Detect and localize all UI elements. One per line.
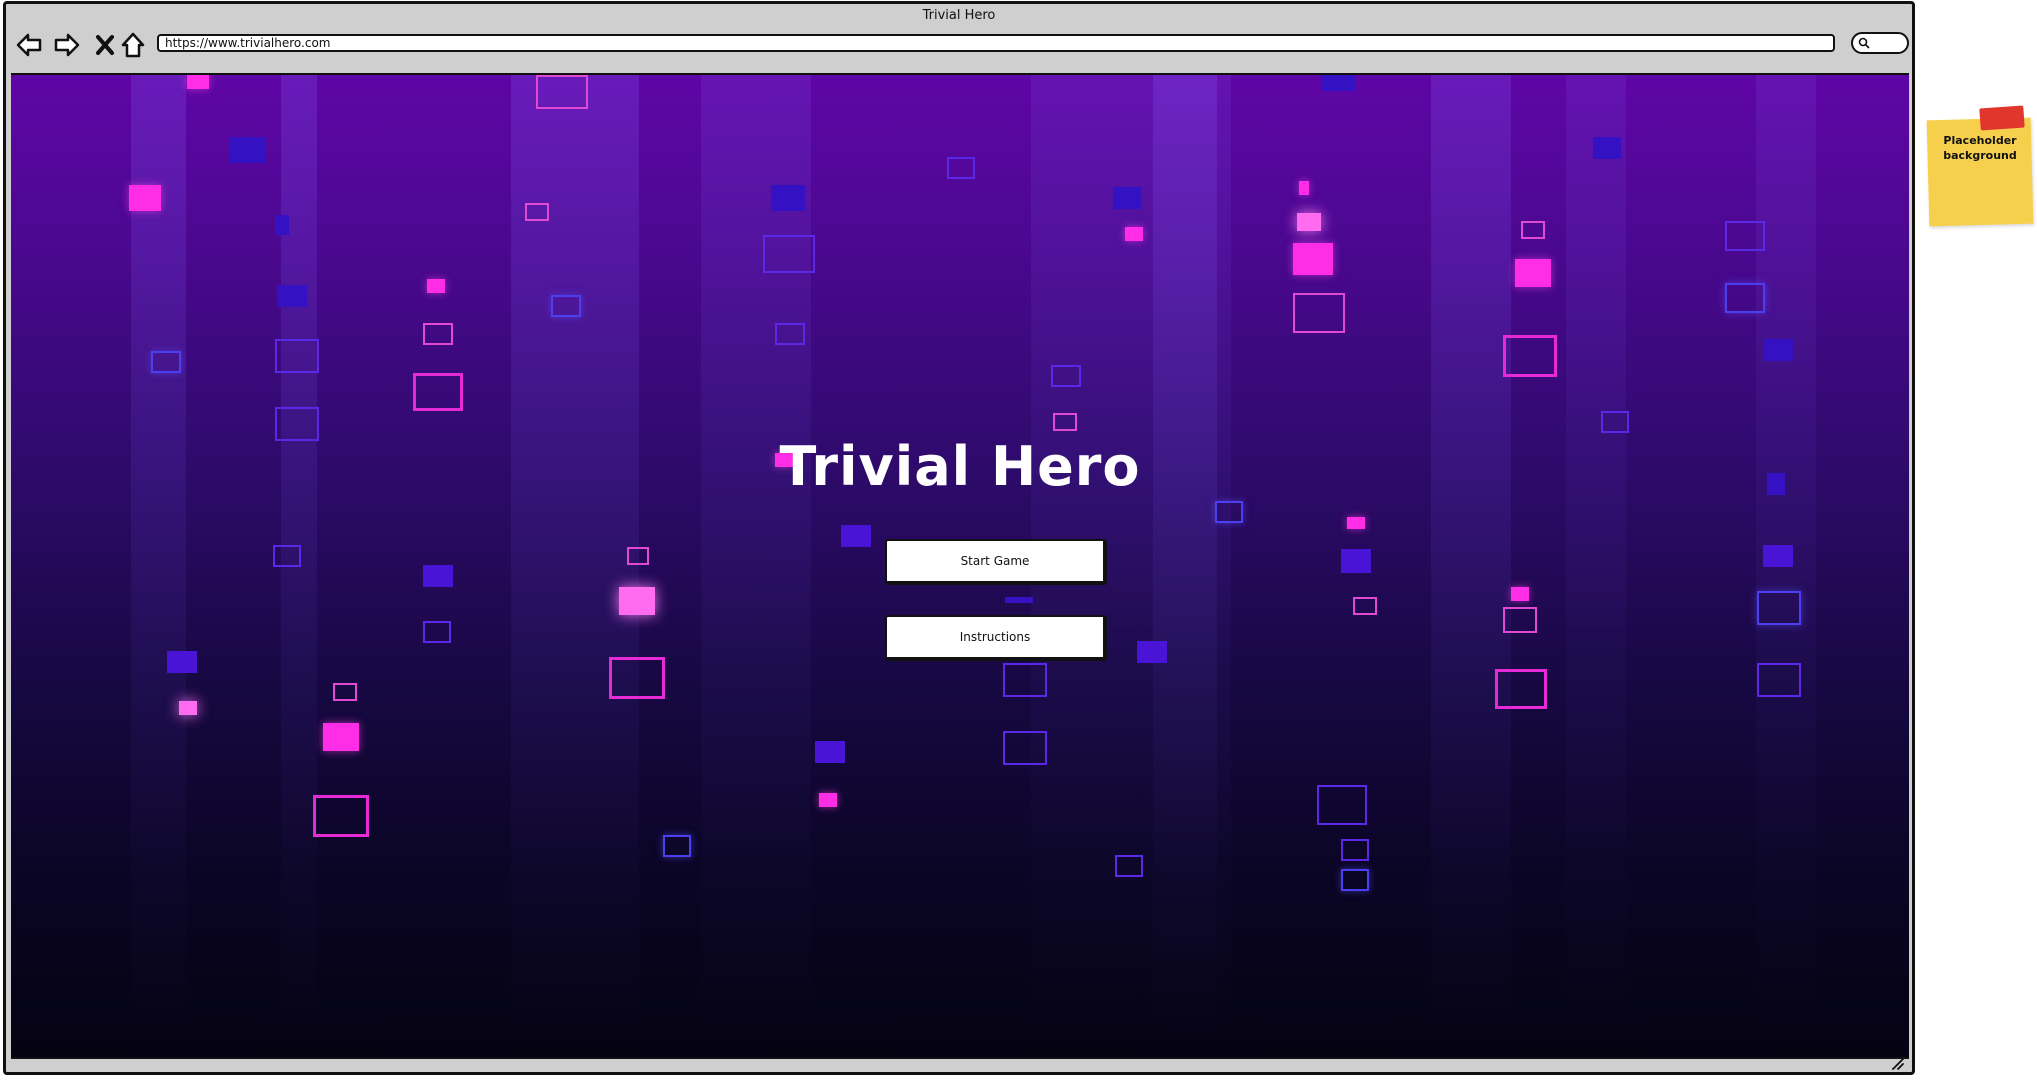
background-square: [1113, 187, 1141, 209]
game-title: Trivial Hero: [779, 435, 1141, 498]
background-square: [1757, 591, 1801, 625]
background-square: [536, 75, 588, 109]
background-square: [167, 651, 197, 673]
background-square: [775, 323, 805, 345]
browser-window: Trivial Hero https://www.trivialhero.com: [3, 1, 1915, 1075]
background-square: [609, 657, 665, 699]
background-square: [413, 373, 463, 411]
start-game-button[interactable]: Start Game: [885, 539, 1107, 585]
search-box[interactable]: [1851, 32, 1909, 54]
background-square: [841, 525, 871, 547]
background-square: [1763, 545, 1793, 567]
background-square: [179, 701, 197, 715]
background-square: [151, 351, 181, 373]
background-square: [947, 157, 975, 179]
background-square: [663, 835, 691, 857]
background-square: [1293, 243, 1333, 275]
background-square: [1321, 75, 1355, 91]
background-square: [1593, 137, 1621, 159]
background-square: [1299, 181, 1309, 195]
background-square: [815, 741, 845, 763]
background-square: [1503, 335, 1557, 377]
background-square: [1725, 283, 1765, 313]
home-icon[interactable]: [118, 30, 148, 60]
background-square: [1725, 221, 1765, 251]
sticky-note: Placeholder background: [1926, 105, 2034, 227]
address-bar[interactable]: https://www.trivialhero.com: [157, 34, 1835, 52]
page-root: Trivial Hero https://www.trivialhero.com: [0, 0, 2037, 1080]
background-square: [1503, 607, 1537, 633]
background-square: [1341, 869, 1369, 891]
background-square: [1297, 213, 1321, 231]
light-beam: [701, 75, 811, 1057]
light-beam: [1153, 75, 1217, 1057]
background-square: [423, 621, 451, 643]
background-square: [1495, 669, 1547, 709]
background-square: [1051, 365, 1081, 387]
background-square: [323, 723, 359, 751]
background-square: [1137, 641, 1167, 663]
sticky-note-tape: [1979, 105, 2025, 131]
background-square: [187, 75, 209, 89]
background-square: [1511, 587, 1529, 601]
light-beam: [131, 75, 186, 1057]
background-square: [1125, 227, 1143, 241]
search-icon: [1858, 37, 1870, 49]
status-bar: [6, 1054, 1912, 1072]
background-square: [619, 587, 655, 615]
sticky-note-text: Placeholder background: [1943, 134, 2017, 162]
close-icon[interactable]: [90, 30, 120, 60]
background-square: [277, 285, 307, 307]
background-square: [1003, 731, 1047, 765]
background-square: [275, 339, 319, 373]
forward-arrow-icon[interactable]: [52, 30, 82, 60]
background-square: [423, 565, 453, 587]
background-square: [525, 203, 549, 221]
background-square: [333, 683, 357, 701]
background-square: [1215, 501, 1243, 523]
browser-toolbar: https://www.trivialhero.com: [6, 28, 1912, 72]
background-square: [1521, 221, 1545, 239]
background-square: [275, 215, 289, 235]
instructions-button[interactable]: Instructions: [885, 615, 1107, 661]
window-title: Trivial Hero: [922, 8, 996, 23]
background-square: [771, 185, 805, 211]
background-square: [1601, 411, 1629, 433]
light-beam: [1431, 75, 1511, 1057]
resize-grip-icon[interactable]: [1890, 1056, 1904, 1070]
background-square: [1515, 259, 1551, 287]
background-square: [1341, 549, 1371, 573]
background-square: [313, 795, 369, 837]
background-square: [819, 793, 837, 807]
back-arrow-icon[interactable]: [14, 30, 44, 60]
light-beam: [1566, 75, 1626, 1057]
background-square: [1341, 839, 1369, 861]
background-square: [1353, 597, 1377, 615]
background-square: [1005, 597, 1033, 603]
background-square: [551, 295, 581, 317]
background-square: [1317, 785, 1367, 825]
background-square: [763, 235, 815, 273]
background-square: [427, 279, 445, 293]
background-square: [1115, 855, 1143, 877]
background-square: [1003, 663, 1047, 697]
background-square: [129, 185, 161, 211]
background-square: [1053, 413, 1077, 431]
background-square: [273, 545, 301, 567]
game-viewport: Trivial Hero Start Game Instructions: [11, 73, 1909, 1059]
background-square: [627, 547, 649, 565]
background-square: [423, 323, 453, 345]
background-square: [1293, 293, 1345, 333]
background-square: [1757, 663, 1801, 697]
background-square: [1763, 339, 1793, 361]
background-square: [229, 137, 265, 163]
background-square: [1347, 517, 1365, 529]
light-beam: [511, 75, 639, 1057]
